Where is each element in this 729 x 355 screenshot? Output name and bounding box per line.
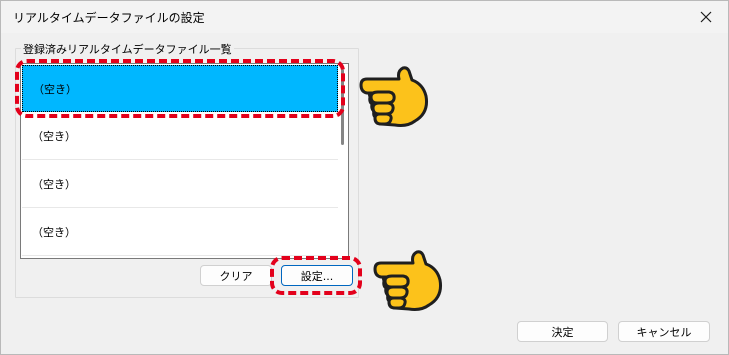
pointing-hand-icon xyxy=(365,245,445,318)
highlight-callout-settings xyxy=(270,256,362,295)
list-item-2[interactable]: （空き） xyxy=(22,113,338,160)
ok-button-label: 決定 xyxy=(551,325,574,339)
clear-button[interactable]: クリア xyxy=(200,265,272,286)
close-button[interactable] xyxy=(684,1,728,33)
close-icon xyxy=(700,11,712,23)
cancel-button[interactable]: キャンセル xyxy=(618,321,710,342)
highlight-callout-list-item xyxy=(15,59,345,118)
dialog-window: リアルタイムデータファイルの設定 登録済みリアルタイムデータファイル一覧 （空き… xyxy=(0,0,729,355)
list-item-4[interactable]: （空き） xyxy=(22,209,338,256)
clear-button-label: クリア xyxy=(219,269,253,283)
list-item-label: （空き） xyxy=(32,130,76,143)
cancel-button-label: キャンセル xyxy=(636,325,692,339)
ok-button[interactable]: 決定 xyxy=(517,321,608,342)
list-item-label: （空き） xyxy=(32,178,76,191)
title-bar[interactable]: リアルタイムデータファイルの設定 xyxy=(1,1,728,33)
list-item-3[interactable]: （空き） xyxy=(22,161,338,208)
pointing-hand-icon xyxy=(351,61,431,134)
list-item-label: （空き） xyxy=(32,226,76,239)
window-title: リアルタイムデータファイルの設定 xyxy=(13,11,205,25)
group-label: 登録済みリアルタイムデータファイル一覧 xyxy=(21,41,234,57)
